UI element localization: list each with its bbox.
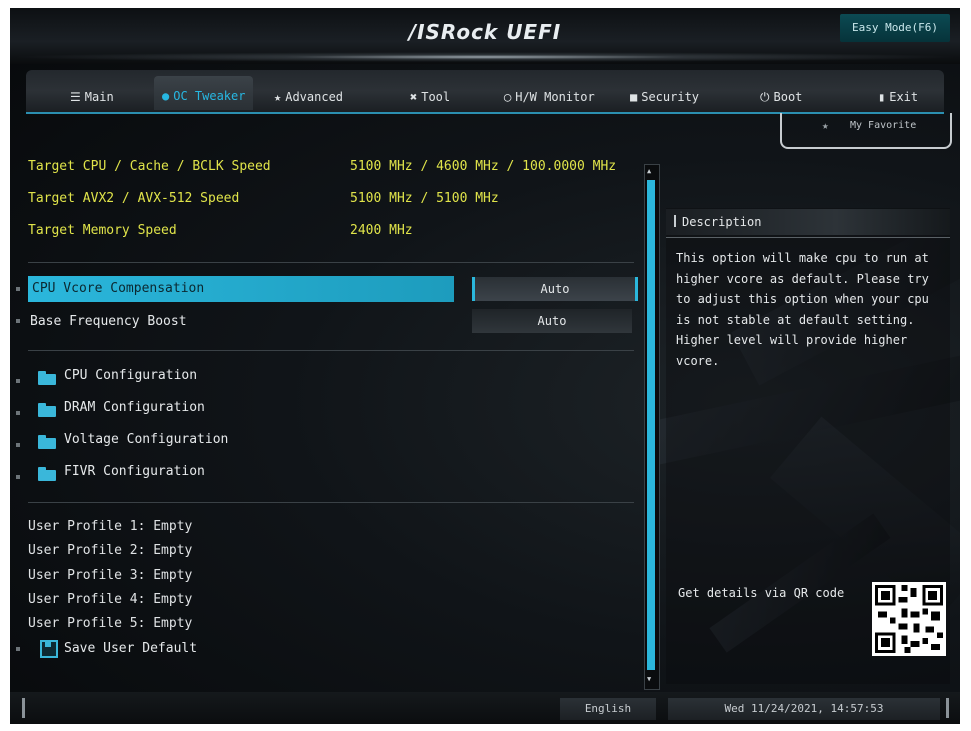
qr-label: Get details via QR code xyxy=(678,586,845,600)
tab-label: Tool xyxy=(421,90,451,104)
tab-boot[interactable]: ⏻ Boot xyxy=(760,84,802,110)
monitor-icon: ◯ xyxy=(504,90,512,104)
tab-label: OC Tweaker xyxy=(173,89,246,103)
description-marker-icon xyxy=(674,215,676,227)
tab-oc-tweaker[interactable]: ● OC Tweaker xyxy=(154,76,254,110)
brand-logo: /ISRock UEFI xyxy=(408,20,562,44)
star-icon: ★ xyxy=(274,90,282,104)
row-bullet xyxy=(16,443,20,447)
header-bar: /ISRock UEFI Easy Mode(F6) xyxy=(10,8,960,64)
submenu-cpu-configuration[interactable]: CPU Configuration xyxy=(64,368,197,383)
separator xyxy=(28,350,634,351)
tab-label: Main xyxy=(84,90,114,104)
folder-icon xyxy=(38,467,56,481)
footer-tick xyxy=(946,698,949,718)
tab-security[interactable]: ■ Security xyxy=(630,84,699,110)
submenu-voltage-configuration[interactable]: Voltage Configuration xyxy=(64,432,228,447)
tab-label: Exit xyxy=(889,90,919,104)
footer-tick xyxy=(22,698,25,718)
tab-label: Advanced xyxy=(285,90,344,104)
tab-hw-monitor[interactable]: ◯ H/W Monitor xyxy=(504,84,595,110)
info-label: Target AVX2 / AVX-512 Speed xyxy=(28,191,240,206)
setting-value-cpu-vcore-compensation[interactable]: Auto xyxy=(472,277,638,301)
user-profile-1[interactable]: User Profile 1: Empty xyxy=(28,519,192,534)
info-label: Target CPU / Cache / BCLK Speed xyxy=(28,159,271,174)
scroll-down-arrow-icon[interactable]: ▼ xyxy=(647,675,651,683)
info-value: 5100 MHz / 5100 MHz xyxy=(350,191,499,206)
submenu-dram-configuration[interactable]: DRAM Configuration xyxy=(64,400,205,415)
save-user-default[interactable]: Save User Default xyxy=(64,641,197,656)
user-profile-4[interactable]: User Profile 4: Empty xyxy=(28,592,192,607)
save-icon xyxy=(40,640,58,658)
uefi-screen: /ISRock UEFI Easy Mode(F6) ☰ Main ● OC Twe… xyxy=(10,8,960,724)
info-label: Target Memory Speed xyxy=(28,223,177,238)
date-time-display: Wed 11/24/2021, 14:57:53 xyxy=(668,698,940,720)
tab-main[interactable]: ☰ Main xyxy=(70,84,114,110)
tab-label: Security xyxy=(641,90,700,104)
row-bullet xyxy=(16,379,20,383)
setting-value-base-frequency-boost[interactable]: Auto xyxy=(472,309,632,333)
setting-label-base-frequency-boost[interactable]: Base Frequency Boost xyxy=(30,314,187,329)
description-divider xyxy=(666,237,950,238)
scroll-up-arrow-icon[interactable]: ▲ xyxy=(647,167,651,175)
row-bullet xyxy=(16,475,20,479)
flame-icon: ● xyxy=(162,89,170,103)
power-icon: ⏻ xyxy=(760,90,770,104)
list-icon: ☰ xyxy=(70,90,81,104)
shield-icon: ■ xyxy=(630,90,638,104)
user-profile-5[interactable]: User Profile 5: Empty xyxy=(28,616,192,631)
tab-label: H/W Monitor xyxy=(515,90,595,104)
tab-label: Boot xyxy=(773,90,803,104)
description-header: Description xyxy=(666,209,950,235)
info-value: 5100 MHz / 4600 MHz / 100.0000 MHz xyxy=(350,159,617,174)
row-bullet xyxy=(16,647,20,651)
easy-mode-button[interactable]: Easy Mode(F6) xyxy=(840,14,950,42)
my-favorite-button[interactable]: ★ My Favorite xyxy=(780,113,952,149)
tab-exit[interactable]: ▮ Exit xyxy=(878,84,918,110)
wrench-icon: ✖ xyxy=(410,90,418,104)
description-title: Description xyxy=(682,215,762,229)
submenu-fivr-configuration[interactable]: FIVR Configuration xyxy=(64,464,205,479)
setting-label: CPU Vcore Compensation xyxy=(32,281,205,296)
separator xyxy=(28,262,634,263)
row-bullet xyxy=(16,287,20,291)
language-selector[interactable]: English xyxy=(560,698,656,720)
header-glow xyxy=(10,52,960,62)
folder-icon xyxy=(38,371,56,385)
row-bullet xyxy=(16,319,20,323)
row-bullet xyxy=(16,411,20,415)
my-favorite-label: My Favorite xyxy=(850,120,917,131)
separator xyxy=(28,502,634,503)
favorite-star-icon: ★ xyxy=(822,119,829,132)
user-profile-2[interactable]: User Profile 2: Empty xyxy=(28,543,192,558)
scrollbar-thumb[interactable] xyxy=(647,180,655,670)
description-text: This option will make cpu to run at high… xyxy=(676,251,929,368)
tab-bar: ☰ Main ● OC Tweaker ★ Advanced ✖ Tool ◯ H/W M… xyxy=(26,70,944,112)
user-profile-3[interactable]: User Profile 3: Empty xyxy=(28,568,192,583)
exit-icon: ▮ xyxy=(878,90,886,104)
tab-advanced[interactable]: ★ Advanced xyxy=(274,84,343,110)
folder-icon xyxy=(38,403,56,417)
qr-code-icon xyxy=(872,582,946,656)
folder-icon xyxy=(38,435,56,449)
tab-tool[interactable]: ✖ Tool xyxy=(410,84,450,110)
info-value: 2400 MHz xyxy=(350,223,413,238)
